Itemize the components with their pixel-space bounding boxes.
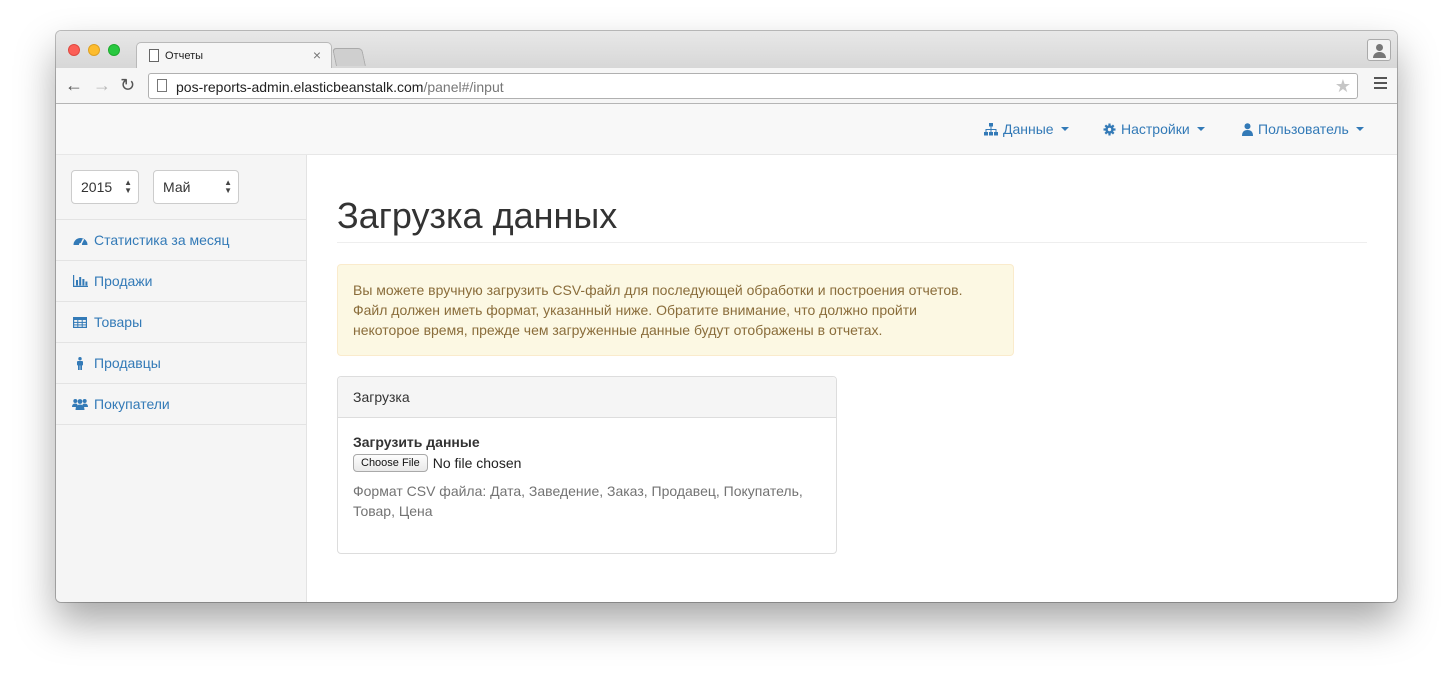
alert-line: Вы можете вручную загрузить CSV-файл для…	[353, 282, 963, 298]
upload-field-label: Загрузить данные	[353, 434, 480, 450]
gear-icon	[1103, 123, 1116, 135]
new-tab-button[interactable]	[332, 48, 366, 66]
dashboard-icon	[72, 235, 88, 246]
file-input: Choose File No file chosen	[353, 453, 821, 473]
chevron-down-icon	[1060, 127, 1069, 131]
month-select-value: Май	[163, 179, 191, 195]
reload-button[interactable]: ↻	[120, 75, 135, 95]
help-line: Формат CSV файла: Дата, Заведение, Заказ…	[353, 483, 803, 499]
sidebar-item-products[interactable]: Товары	[56, 302, 306, 343]
tab-title: Отчеты	[165, 50, 204, 62]
chevron-down-icon	[1196, 127, 1205, 131]
browser-menu-icon[interactable]	[1374, 77, 1387, 89]
chevron-down-icon	[1355, 127, 1364, 131]
select-arrows-icon: ▲ ▼	[224, 178, 232, 195]
tab-close-icon[interactable]: ×	[313, 47, 321, 63]
users-icon	[72, 398, 88, 410]
period-selectors: 2015 ▲ ▼ Май ▲ ▼	[56, 155, 306, 220]
app-navbar: Данные Настройки Пользователь	[56, 104, 1397, 155]
panel-heading: Загрузка	[338, 377, 836, 418]
tab-reports[interactable]: Отчеты ×	[136, 42, 332, 68]
csv-format-help: Формат CSV файла: Дата, Заведение, Заказ…	[353, 481, 821, 521]
sidebar-item-sellers[interactable]: Продавцы	[56, 343, 306, 384]
back-button[interactable]: ←	[65, 75, 83, 95]
nav-settings-label: Настройки	[1121, 121, 1190, 137]
page-icon	[149, 49, 159, 62]
sidebar-item-label: Товары	[94, 314, 143, 330]
help-line: Товар, Цена	[353, 503, 433, 519]
sidebar-item-customers[interactable]: Покупатели	[56, 384, 306, 425]
alert-line: Файл должен иметь формат, указанный ниже…	[353, 302, 917, 318]
tab-strip: Отчеты ×	[56, 31, 1397, 68]
select-arrows-icon: ▲ ▼	[124, 178, 132, 195]
table-icon	[72, 316, 88, 328]
nav-data-dropdown[interactable]: Данные	[984, 121, 1069, 137]
sidebar: 2015 ▲ ▼ Май ▲ ▼ Статистика за месяц Прода…	[56, 155, 307, 602]
sitemap-icon	[984, 122, 998, 135]
month-select[interactable]: Май ▲ ▼	[153, 170, 239, 204]
sidebar-item-label: Статистика за месяц	[94, 232, 230, 248]
user-icon	[1242, 122, 1253, 136]
panel-body: Загрузить данные Choose File No file cho…	[338, 418, 836, 537]
sidebar-item-label: Продавцы	[94, 355, 161, 371]
upload-panel: Загрузка Загрузить данные Choose File No…	[337, 376, 837, 554]
page-icon	[157, 79, 167, 92]
title-divider	[337, 242, 1367, 243]
bookmark-star-icon[interactable]: ★	[1335, 76, 1351, 97]
year-select[interactable]: 2015 ▲ ▼	[71, 170, 139, 204]
bar-chart-icon	[72, 275, 88, 287]
choose-file-button[interactable]: Choose File	[353, 454, 428, 472]
forward-button[interactable]: →	[93, 75, 111, 95]
sidebar-item-sales[interactable]: Продажи	[56, 261, 306, 302]
page-title: Загрузка данных	[337, 195, 618, 236]
nav-user-dropdown[interactable]: Пользователь	[1242, 121, 1364, 137]
profile-icon[interactable]	[1367, 39, 1391, 61]
close-window-button[interactable]	[68, 44, 80, 56]
nav-data-label: Данные	[1003, 121, 1054, 137]
alert-line: некоторое время, прежде чем загруженные …	[353, 322, 883, 338]
nav-settings-dropdown[interactable]: Настройки	[1103, 121, 1205, 137]
sidebar-item-monthly-stats[interactable]: Статистика за месяц	[56, 220, 306, 261]
zoom-window-button[interactable]	[108, 44, 120, 56]
address-bar[interactable]: pos-reports-admin.elasticbeanstalk.com/p…	[148, 73, 1358, 99]
year-select-value: 2015	[81, 179, 113, 195]
minimize-window-button[interactable]	[88, 44, 100, 56]
nav-user-label: Пользователь	[1258, 121, 1349, 137]
browser-window: Отчеты × ← → ↻ pos-reports-admin.elastic…	[56, 31, 1397, 602]
browser-toolbar: ← → ↻ pos-reports-admin.elasticbeanstalk…	[56, 68, 1397, 104]
file-status-text: No file chosen	[432, 455, 522, 471]
info-alert: Вы можете вручную загрузить CSV-файл для…	[337, 264, 1014, 356]
sidebar-item-label: Покупатели	[94, 396, 170, 412]
url-text: pos-reports-admin.elasticbeanstalk.com/p…	[176, 79, 504, 95]
male-icon	[72, 356, 88, 370]
sidebar-item-label: Продажи	[94, 273, 153, 289]
